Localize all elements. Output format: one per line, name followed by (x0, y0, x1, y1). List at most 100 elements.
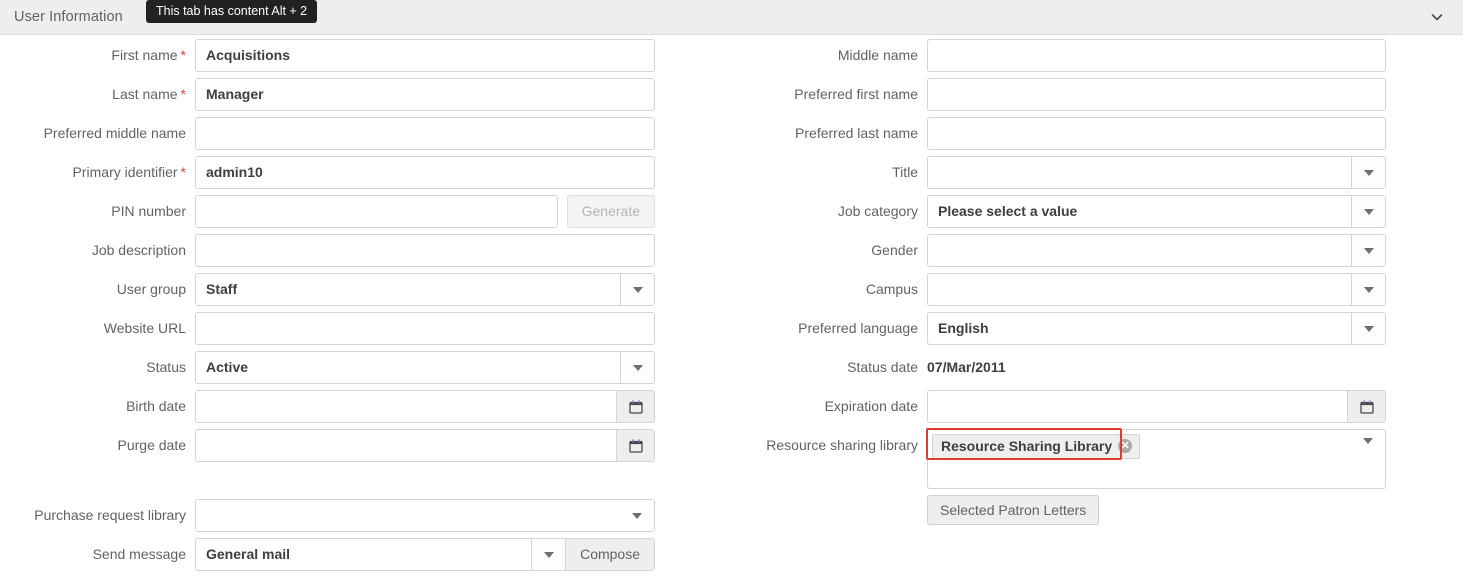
select-value (928, 157, 1351, 188)
chevron-down-icon[interactable] (620, 352, 654, 383)
field-pin-number: PIN number Generate (0, 195, 731, 234)
remove-circle-icon[interactable]: ✕ (1118, 439, 1132, 453)
middle-name-input[interactable] (927, 39, 1386, 72)
resource-sharing-library-multiselect[interactable]: Resource Sharing Library ✕ (927, 429, 1386, 489)
calendar-icon[interactable] (1348, 390, 1386, 423)
status-date-value: 07/Mar/2011 (927, 351, 1006, 384)
field-status: Status Active (0, 351, 731, 390)
field-purchase-request-library: Purchase request library (0, 499, 731, 538)
preferred-language-select[interactable]: English (927, 312, 1386, 345)
preferred-first-name-input[interactable] (927, 78, 1386, 111)
selected-chip[interactable]: Resource Sharing Library ✕ (932, 434, 1140, 459)
field-first-name: First name* Acquisitions (0, 39, 731, 78)
spacer-row (0, 468, 731, 499)
chevron-down-icon[interactable] (1351, 196, 1385, 227)
tab-user-information[interactable]: User Information (0, 9, 123, 25)
last-name-input[interactable]: Manager (195, 78, 655, 111)
purge-date-input[interactable] (195, 429, 617, 462)
field-label: Last name* (0, 78, 195, 111)
field-campus: Campus (731, 273, 1463, 312)
field-resource-sharing-library: Resource sharing library Resource Sharin… (731, 429, 1463, 495)
calendar-icon[interactable] (617, 390, 655, 423)
preferred-middle-name-input[interactable] (195, 117, 655, 150)
select-value (196, 500, 620, 531)
field-preferred-middle-name: Preferred middle name (0, 117, 731, 156)
chevron-down-icon[interactable] (620, 274, 654, 305)
birth-date-input[interactable] (195, 390, 617, 423)
field-label: Purchase request library (0, 499, 195, 532)
chevron-down-icon[interactable] (1351, 274, 1385, 305)
field-label: Status date (731, 351, 927, 384)
select-value: General mail (196, 539, 531, 570)
required-asterisk: * (181, 86, 186, 102)
field-birth-date: Birth date (0, 390, 731, 429)
required-asterisk: * (181, 47, 186, 63)
chevron-down-icon[interactable] (620, 500, 654, 531)
field-label: Middle name (731, 39, 927, 72)
field-label: Preferred language (731, 312, 927, 345)
form-column-right: Middle name Preferred first name Preferr… (731, 39, 1463, 534)
selected-patron-letters-button[interactable]: Selected Patron Letters (927, 495, 1099, 525)
field-label: Preferred middle name (0, 117, 195, 150)
chevron-down-icon[interactable] (1351, 157, 1385, 188)
field-gender: Gender (731, 234, 1463, 273)
calendar-icon[interactable] (617, 429, 655, 462)
field-label: Status (0, 351, 195, 384)
select-value (928, 235, 1351, 266)
field-website-url: Website URL (0, 312, 731, 351)
gender-select[interactable] (927, 234, 1386, 267)
expiration-date-input[interactable] (927, 390, 1348, 423)
first-name-input[interactable]: Acquisitions (195, 39, 655, 72)
field-label: Birth date (0, 390, 195, 423)
field-job-category: Job category Please select a value (731, 195, 1463, 234)
field-purge-date: Purge date (0, 429, 731, 468)
field-user-group: User group Staff (0, 273, 731, 312)
preferred-last-name-input[interactable] (927, 117, 1386, 150)
field-label: User group (0, 273, 195, 306)
chevron-down-icon[interactable] (1429, 9, 1445, 25)
website-url-input[interactable] (195, 312, 655, 345)
campus-select[interactable] (927, 273, 1386, 306)
field-middle-name: Middle name (731, 39, 1463, 78)
field-label: Expiration date (731, 390, 927, 423)
field-label: Gender (731, 234, 927, 267)
user-group-select[interactable]: Staff (195, 273, 655, 306)
field-label: Purge date (0, 429, 195, 462)
field-label: Send message (0, 538, 195, 571)
required-asterisk: * (181, 164, 186, 180)
generate-pin-button[interactable]: Generate (567, 195, 655, 228)
selected-patron-letters-row: Selected Patron Letters (731, 495, 1463, 534)
field-title: Title (731, 156, 1463, 195)
tab-tooltip: This tab has content Alt + 2 (146, 0, 317, 23)
user-information-form: First name* Acquisitions Last name* Mana… (0, 35, 1463, 39)
job-description-input[interactable] (195, 234, 655, 267)
status-select[interactable]: Active (195, 351, 655, 384)
primary-identifier-input[interactable]: admin10 (195, 156, 655, 189)
field-label: Resource sharing library (731, 429, 927, 462)
title-select[interactable] (927, 156, 1386, 189)
select-value (928, 274, 1351, 305)
chevron-down-icon[interactable] (1351, 235, 1385, 266)
tab-bar: User Information This tab has content Al… (0, 0, 1463, 35)
chevron-down-icon[interactable] (1351, 313, 1385, 344)
field-last-name: Last name* Manager (0, 78, 731, 117)
select-value: Active (196, 352, 620, 383)
chip-label: Resource Sharing Library (941, 438, 1112, 454)
field-label: Title (731, 156, 927, 189)
job-category-select[interactable]: Please select a value (927, 195, 1386, 228)
chevron-down-icon[interactable] (531, 539, 565, 570)
field-preferred-first-name: Preferred first name (731, 78, 1463, 117)
chevron-down-icon[interactable] (1363, 444, 1373, 462)
pin-number-input[interactable] (195, 195, 558, 228)
compose-button[interactable]: Compose (565, 538, 655, 571)
field-label: Primary identifier* (0, 156, 195, 189)
field-label: Job category (731, 195, 927, 228)
send-message-select[interactable]: General mail (195, 538, 566, 571)
field-label: Campus (731, 273, 927, 306)
field-job-description: Job description (0, 234, 731, 273)
field-expiration-date: Expiration date (731, 390, 1463, 429)
purchase-request-library-select[interactable] (195, 499, 655, 532)
field-label: PIN number (0, 195, 195, 228)
select-value: Staff (196, 274, 620, 305)
select-value: English (928, 313, 1351, 344)
